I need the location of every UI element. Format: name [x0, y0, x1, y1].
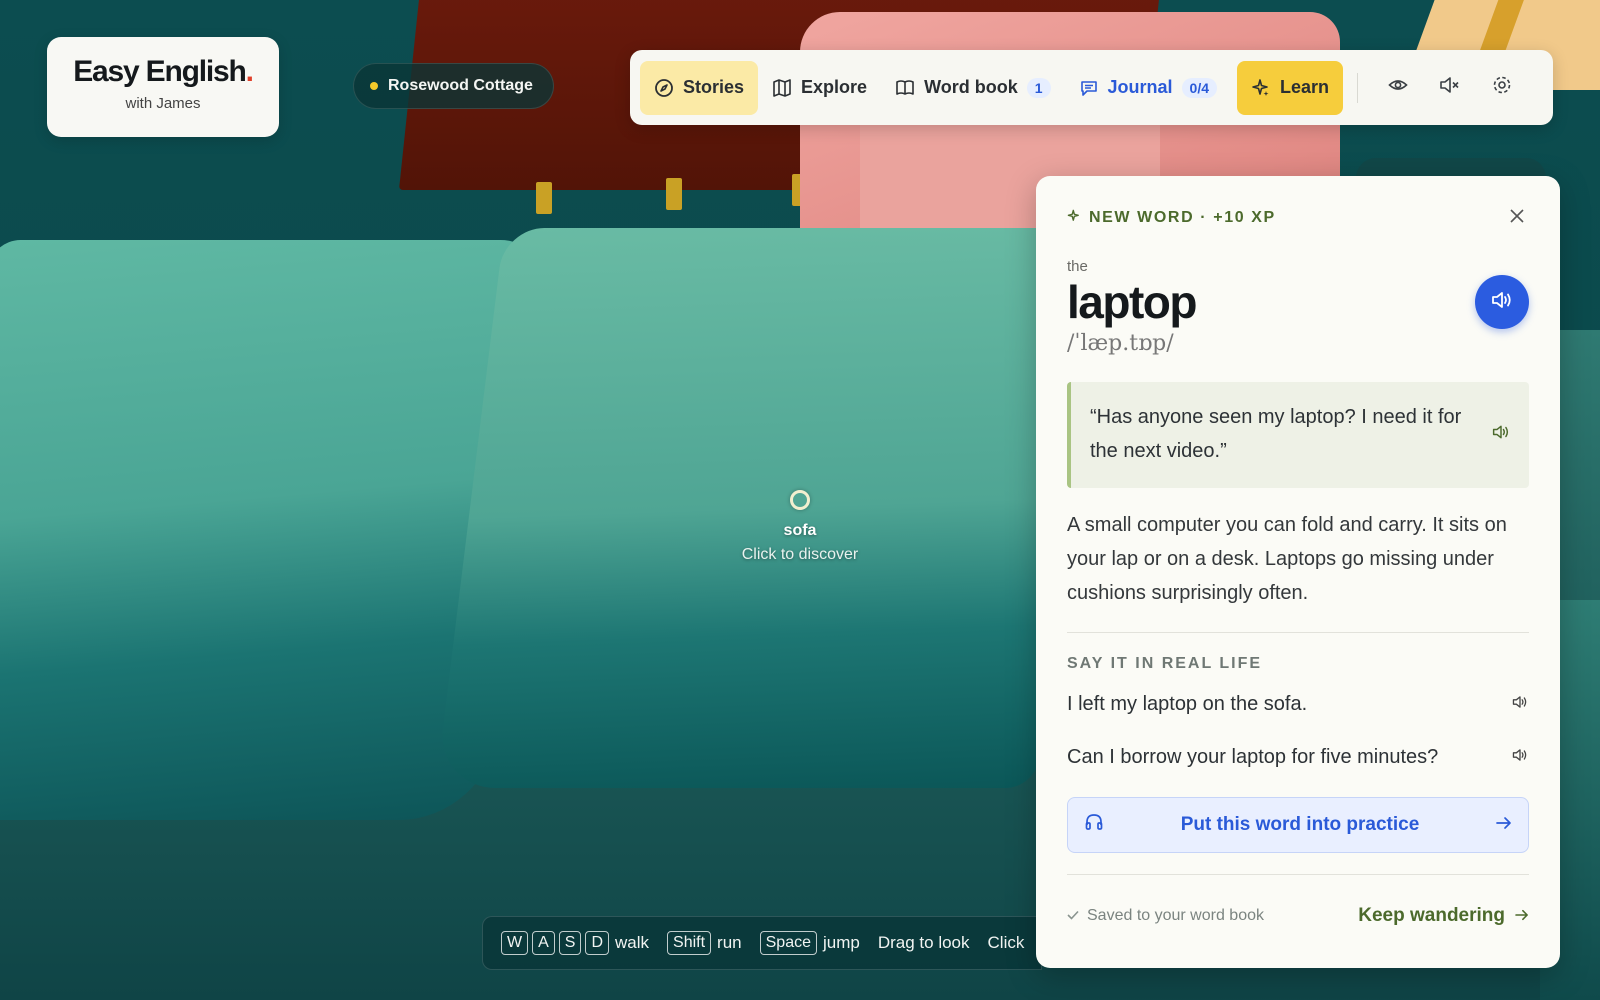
new-word-label: NEW WORD · +10 XP [1089, 209, 1276, 226]
nav-word-book-label: Word book [924, 77, 1018, 97]
saved-status: Saved to your word book [1067, 907, 1264, 925]
saved-label: Saved to your word book [1087, 907, 1264, 924]
compass-icon [654, 78, 674, 98]
practice-button[interactable]: Put this word into practice [1067, 797, 1529, 853]
nav-journal[interactable]: Journal 0/4 [1065, 61, 1231, 115]
nav-learn-label: Learn [1280, 77, 1330, 97]
key-w: W [501, 931, 529, 955]
nav-explore-label: Explore [801, 77, 868, 97]
nav-journal-label: Journal [1107, 77, 1173, 97]
close-button[interactable] [1505, 206, 1529, 230]
settings-icon [1492, 75, 1512, 100]
top-navigation: Stories Explore Word book 1 Journal 0/4 … [630, 50, 1553, 125]
look-control: Drag to look [878, 933, 970, 953]
key-a: A [532, 931, 555, 955]
card-header: NEW WORD · +10 XP [1067, 206, 1529, 230]
headphones-icon [1084, 812, 1104, 838]
practice-label: Put this word into practice [1180, 814, 1420, 835]
discover-hint: Click to discover [741, 546, 859, 563]
word-book-count-badge: 1 [1026, 77, 1051, 98]
discover-object-name: sofa [783, 522, 817, 539]
quote-speaker-icon[interactable] [1491, 423, 1511, 446]
arrow-right-icon [1515, 905, 1529, 927]
card-footer: Saved to your word book Keep wandering [1067, 905, 1529, 927]
discover-marker[interactable]: sofa Click to discover [700, 490, 900, 564]
example-text: I left my laptop on the sofa. [1067, 693, 1308, 715]
examples-heading: SAY IT IN REAL LIFE [1067, 655, 1263, 672]
word-definition: A small computer you can fold and carry.… [1067, 514, 1507, 604]
keep-wandering-label: Keep wandering [1358, 905, 1505, 926]
word-row: laptop [1067, 275, 1529, 329]
example-sentence: I left my laptop on the sofa. [1067, 693, 1529, 716]
arrow-right-icon [1496, 814, 1512, 836]
nav-stories-label: Stories [683, 77, 745, 97]
logo-subtitle: with James [125, 95, 201, 112]
quote-text: “Has anyone seen my laptop? I need it fo… [1090, 406, 1462, 462]
key-shift: Shift [667, 931, 712, 955]
new-word-card: NEW WORD · +10 XP the laptop /ˈlæp.tɒp/ … [1036, 176, 1560, 968]
pronounce-button[interactable] [1475, 275, 1529, 329]
journal-progress-badge: 0/4 [1181, 77, 1217, 98]
look-label: Drag to look [877, 933, 970, 952]
divider [1067, 632, 1529, 633]
key-d: D [585, 931, 610, 955]
click-control: Click [988, 933, 1025, 953]
mute-button[interactable] [1430, 68, 1470, 108]
location-dot [370, 82, 378, 90]
table-leg [536, 182, 552, 214]
location-pill: Rosewood Cottage [353, 63, 554, 109]
target-ring-icon [790, 490, 810, 510]
nav-explore[interactable]: Explore [758, 61, 881, 115]
sparkle-icon [1067, 209, 1081, 228]
chat-bubble-icon [1079, 78, 1099, 98]
key-s: S [558, 931, 582, 955]
context-quote: “Has anyone seen my laptop? I need it fo… [1067, 382, 1529, 488]
click-label: Click [987, 933, 1025, 952]
new-word-badge: NEW WORD · +10 XP [1067, 209, 1276, 228]
divider [1067, 874, 1529, 875]
nav-word-book[interactable]: Word book 1 [881, 61, 1064, 115]
nav-stories[interactable]: Stories [640, 60, 759, 115]
book-icon [895, 78, 915, 98]
jump-control: Space jump [759, 931, 860, 955]
run-label: run [717, 933, 742, 952]
close-icon [1510, 208, 1524, 228]
walk-label: walk [615, 933, 650, 952]
example-speaker-icon[interactable] [1511, 746, 1529, 769]
word-article: the [1067, 258, 1088, 275]
example-text: Can I borrow your laptop for five minute… [1067, 746, 1439, 768]
table-leg [666, 178, 682, 210]
example-speaker-icon[interactable] [1511, 693, 1529, 716]
map-icon [772, 78, 792, 98]
jump-label: jump [823, 933, 860, 952]
check-icon [1067, 907, 1079, 925]
keep-wandering-button[interactable]: Keep wandering [1358, 905, 1529, 927]
sparkle-icon [1251, 78, 1271, 98]
speaker-icon [1490, 289, 1514, 316]
word-title: laptop [1067, 276, 1197, 328]
key-space: Space [759, 931, 817, 955]
example-sentence: Can I borrow your laptop for five minute… [1067, 746, 1529, 769]
location-label: Rosewood Cottage [388, 77, 533, 94]
run-control: Shift run [667, 931, 742, 955]
word-pronunciation: /ˈlæp.tɒp/ [1067, 331, 1174, 356]
logo-card[interactable]: Easy English. with James [47, 37, 279, 137]
controls-hint-bar: W A S D walk Shift run Space jump Drag t… [482, 916, 1042, 970]
logo-title: Easy English. [73, 55, 254, 88]
eye-icon [1388, 75, 1408, 100]
nav-learn-button[interactable]: Learn [1237, 60, 1344, 115]
visibility-button[interactable] [1378, 68, 1418, 108]
walk-control: W A S D walk [501, 931, 649, 955]
settings-button[interactable] [1482, 68, 1522, 108]
nav-divider [1357, 72, 1359, 103]
mute-icon [1439, 75, 1461, 100]
